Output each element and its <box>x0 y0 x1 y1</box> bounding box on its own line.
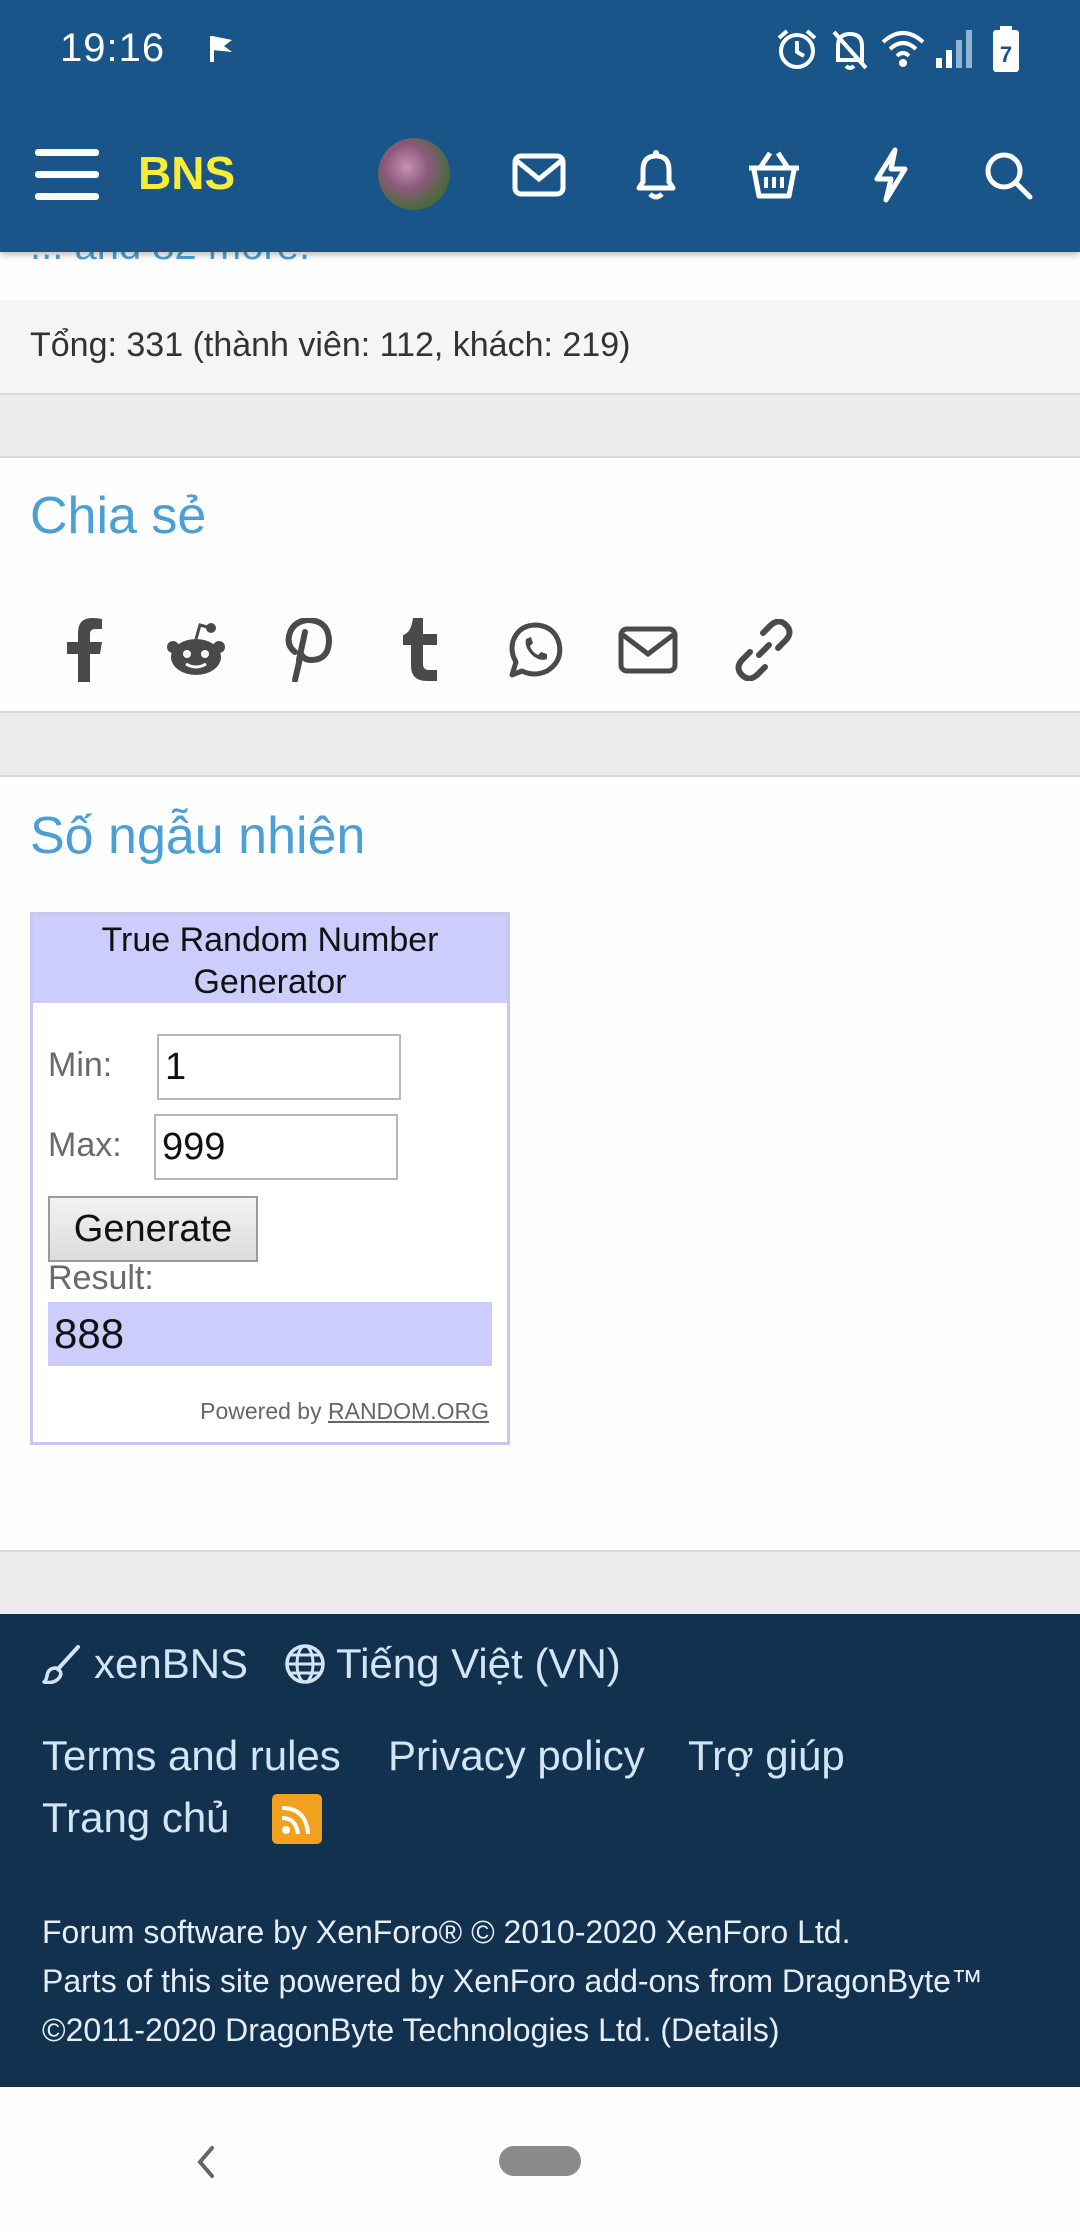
share-pinterest[interactable] <box>268 610 348 690</box>
powered-by: Powered by RANDOM.ORG <box>200 1398 489 1425</box>
navigation-flag-icon <box>210 36 232 62</box>
battery-level: 7 <box>1000 42 1012 67</box>
online-total-footer: Tổng: 331 (thành viên: 112, khách: 219) <box>0 300 1080 395</box>
max-input[interactable]: 999 <box>154 1114 398 1180</box>
random-number-widget: True Random Number Generator Min: 1 Max:… <box>30 912 510 1445</box>
wifi-icon <box>881 31 925 67</box>
online-total-text: Tổng: 331 (thành viên: 112, khách: 219) <box>30 326 631 364</box>
reddit-icon <box>167 623 225 675</box>
lightning-icon <box>874 147 908 203</box>
alarm-icon <box>777 29 817 69</box>
language-link[interactable]: Tiếng Việt (VN) <box>336 1640 621 1688</box>
status-time: 19:16 <box>60 26 166 70</box>
share-title: Chia sẻ <box>30 487 207 545</box>
whats-new-button[interactable] <box>856 140 926 210</box>
alerts-button[interactable] <box>621 140 691 210</box>
dragonbyte-copyright[interactable]: ©2011-2020 DragonByte Technologies Ltd. … <box>42 2012 780 2049</box>
battery-icon: 7 <box>993 26 1019 72</box>
signal-icon <box>936 30 972 68</box>
privacy-link[interactable]: Privacy policy <box>388 1732 645 1780</box>
share-email[interactable] <box>608 610 688 690</box>
notifications-off-icon <box>832 30 868 70</box>
xenforo-copyright: Forum software by XenForo® © 2010-2020 X… <box>42 1914 851 1950</box>
conversations-button[interactable] <box>504 140 574 210</box>
search-button[interactable] <box>973 140 1043 210</box>
dragonbyte-credit: Parts of this site powered by XenForo ad… <box>42 1963 983 1999</box>
min-input[interactable]: 1 <box>157 1034 401 1100</box>
paint-brush-icon <box>42 1645 80 1684</box>
app-header: BNS <box>0 100 1080 252</box>
generate-button[interactable]: Generate <box>48 1196 258 1262</box>
home-link[interactable]: Trang chủ <box>42 1794 230 1842</box>
max-label: Max: <box>48 1126 122 1164</box>
language-chooser[interactable]: Tiếng Việt (VN) <box>284 1640 621 1688</box>
site-logo[interactable]: BNS <box>138 146 235 200</box>
page-footer: xenBNS Tiếng Việt (VN) Terms and rules P… <box>0 1614 1080 2087</box>
bell-icon <box>636 150 676 200</box>
shop-button[interactable] <box>739 140 809 210</box>
whatsapp-icon <box>509 622 563 678</box>
random-number-title: Số ngẫu nhiên <box>30 807 366 865</box>
result-value: 888 <box>48 1302 492 1366</box>
widget-title: True Random Number Generator <box>33 915 507 1003</box>
home-pill[interactable] <box>499 2146 581 2176</box>
share-whatsapp[interactable] <box>495 610 575 690</box>
user-avatar[interactable] <box>378 138 450 210</box>
share-facebook[interactable] <box>44 610 124 690</box>
globe-icon <box>285 1644 325 1684</box>
back-icon[interactable] <box>194 2144 218 2180</box>
basket-icon <box>749 151 799 199</box>
status-bar: 19:16 7 <box>0 0 1080 100</box>
rss-button[interactable] <box>272 1794 322 1844</box>
min-label: Min: <box>48 1046 113 1084</box>
link-icon <box>735 619 793 681</box>
help-link[interactable]: Trợ giúp <box>688 1732 845 1780</box>
envelope-icon <box>618 626 678 674</box>
style-link[interactable]: xenBNS <box>94 1640 248 1688</box>
powered-by-text: Powered by <box>200 1398 322 1424</box>
hamburger-menu-icon <box>35 149 99 200</box>
envelope-icon <box>512 153 566 197</box>
menu-button[interactable] <box>32 140 102 210</box>
facebook-icon <box>67 618 102 682</box>
search-icon <box>985 152 1033 200</box>
result-label: Result: <box>48 1259 154 1297</box>
share-reddit[interactable] <box>156 610 236 690</box>
system-navigation-bar <box>0 2087 1080 2232</box>
random-org-link[interactable]: RANDOM.ORG <box>328 1398 489 1424</box>
style-chooser[interactable]: xenBNS <box>42 1640 248 1688</box>
rss-icon <box>281 1806 310 1835</box>
terms-link[interactable]: Terms and rules <box>42 1732 341 1780</box>
share-tumblr[interactable] <box>381 610 461 690</box>
tumblr-icon <box>403 618 437 681</box>
pinterest-icon <box>285 618 333 682</box>
share-copy-link[interactable] <box>724 610 804 690</box>
